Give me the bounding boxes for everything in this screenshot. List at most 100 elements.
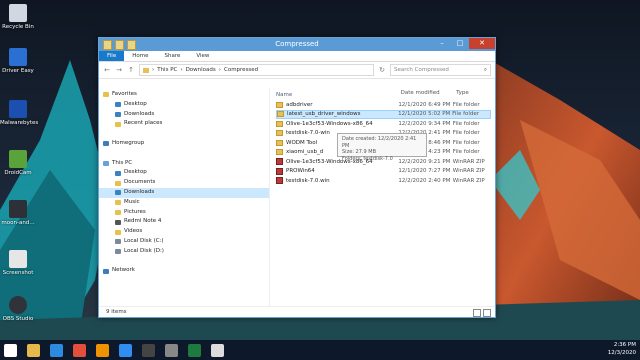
details-view-icon[interactable] (473, 309, 481, 317)
screenshot-icon (9, 250, 27, 268)
breadcrumb-separator: › (180, 67, 183, 73)
nav-item-documents[interactable]: Documents (99, 178, 269, 188)
start-button[interactable] (0, 340, 20, 360)
file-explorer-icon[interactable] (23, 340, 43, 360)
nav-item-downloads[interactable]: Downloads (99, 110, 269, 120)
file-list: Name Date modified Type adbdriver 12/1/20… (270, 88, 495, 307)
nav-item-local-disk-c[interactable]: Local Disk (C:) (99, 237, 269, 247)
nav-item-local-disk-d[interactable]: Local Disk (D:) (99, 247, 269, 257)
breadcrumb-downloads[interactable]: Downloads (186, 67, 216, 73)
file-name: testdisk-7.0-win (286, 130, 330, 137)
excel-icon-glyph (187, 343, 201, 357)
file-name-cell: latest_usb_driver_windows (277, 111, 398, 118)
title-bar[interactable]: Compressed – □ ✕ (99, 38, 495, 51)
photoshop-icon-glyph (118, 343, 132, 357)
file-type: WinRAR ZIP (452, 168, 485, 175)
address-bar[interactable]: › This PC › Downloads › Compressed (139, 64, 374, 76)
nav-item-label: Redmi Note 4 (124, 218, 162, 225)
illustrator-icon[interactable] (92, 340, 112, 360)
up-arrow-icon[interactable]: ↑ (127, 66, 135, 74)
maximize-button[interactable]: □ (451, 38, 469, 49)
desktop-icon-obs[interactable]: OBS Studio (0, 296, 36, 322)
nav-item-this-pc[interactable]: This PC (99, 159, 269, 169)
photoshop-icon[interactable] (115, 340, 135, 360)
tab-view[interactable]: View (188, 51, 217, 61)
nav-item-downloads[interactable]: Downloads (99, 187, 269, 198)
column-name[interactable]: Name (276, 90, 401, 100)
breadcrumb-compressed[interactable]: Compressed (224, 67, 258, 73)
nav-item-favorites[interactable]: Favorites (99, 90, 269, 100)
nav-item-redmi-note-4[interactable]: Redmi Note 4 (99, 217, 269, 227)
system-tray-clock[interactable]: 2:36 PM 12/3/2020 (608, 342, 636, 357)
nav-item-label: Favorites (112, 91, 137, 97)
search-input[interactable]: Search Compressed ⌕ (390, 64, 491, 76)
obs-icon-glyph (141, 343, 155, 357)
tab-home[interactable]: Home (124, 51, 156, 61)
desktop-icon-label: Driver Easy (2, 68, 34, 74)
refresh-icon[interactable]: ↻ (378, 66, 386, 74)
minimize-button[interactable]: – (433, 38, 451, 49)
desktop-icon-recycle-bin[interactable]: Recycle Bin (0, 4, 36, 30)
camera-icon[interactable] (161, 340, 181, 360)
window-controls: – □ ✕ (433, 38, 495, 49)
ie-icon-glyph (49, 343, 63, 357)
column-headers: Name Date modified Type (276, 90, 495, 100)
folder-icon (276, 130, 283, 137)
explorer-active-icon-glyph (210, 343, 224, 357)
folder-icon (115, 209, 121, 215)
image-file-icon (9, 200, 27, 218)
table-row[interactable]: adbdriver 12/1/2020 6:49 PM File folder (276, 100, 491, 110)
column-date-modified[interactable]: Date modified (401, 90, 456, 100)
breadcrumb-this-pc[interactable]: This PC (157, 67, 177, 73)
desktop-icon-label: OBS Studio (2, 316, 34, 322)
close-button[interactable]: ✕ (469, 38, 495, 49)
tab-file[interactable]: File (99, 51, 125, 61)
table-row[interactable]: Olive-1e3cf53-Windows-x86_64 12/2/2020 9:… (276, 119, 491, 129)
tab-share[interactable]: Share (156, 51, 188, 61)
nav-item-label: Recent places (124, 120, 163, 127)
desktop-icon-moon[interactable]: moon-and... (0, 200, 36, 226)
nav-item-homegroup[interactable]: Homegroup (99, 139, 269, 149)
nav-item-label: Desktop (124, 169, 147, 176)
table-row[interactable]: testdisk-7.0.win 12/2/2020 2:40 PM WinRAR … (276, 176, 491, 186)
file-type: WinRAR ZIP (452, 177, 485, 184)
desktop-icon-driver-easy[interactable]: Driver Easy (0, 48, 36, 74)
explorer-active-icon[interactable] (207, 340, 227, 360)
nav-item-pictures[interactable]: Pictures (99, 208, 269, 218)
desktop-icon-label: Malwarebytes (0, 120, 39, 126)
nav-item-desktop[interactable]: Desktop (99, 100, 269, 110)
nav-item-recent-places[interactable]: Recent places (99, 119, 269, 129)
large-icons-view-icon[interactable] (483, 309, 491, 317)
obs-icon[interactable] (138, 340, 158, 360)
desktop-icon-malwarebytes[interactable]: Malwarebytes (0, 100, 39, 126)
nav-item-network[interactable]: Network (99, 266, 269, 276)
file-name: latest_usb_driver_windows (287, 111, 361, 118)
ie-icon[interactable] (46, 340, 66, 360)
nav-item-label: Pictures (124, 208, 146, 215)
table-row[interactable]: latest_usb_driver_windows 12/1/2020 5:02 … (276, 109, 491, 119)
back-arrow-icon[interactable]: ← (103, 66, 111, 74)
chrome-icon[interactable] (69, 340, 89, 360)
nav-item-label: Desktop (124, 100, 147, 107)
explorer-window: Compressed – □ ✕ File Home Share View ← … (98, 37, 496, 318)
winrar-archive-icon (276, 177, 283, 185)
table-row[interactable]: PROWin64 12/1/2020 7:27 PM WinRAR ZIP (276, 167, 491, 177)
illustrator-icon-glyph (95, 343, 109, 357)
nav-item-videos[interactable]: Videos (99, 227, 269, 237)
nav-item-label: Network (112, 267, 135, 274)
folder-icon (115, 239, 121, 245)
camera-icon-glyph (164, 343, 178, 357)
excel-icon[interactable] (184, 340, 204, 360)
tooltip-line: Date created: 12/2/2020 2:41 PM (342, 136, 417, 149)
nav-item-label: Downloads (124, 188, 155, 195)
desktop-icon-screenshot[interactable]: Screenshot (0, 250, 36, 276)
recycle-bin-icon (9, 4, 27, 22)
nav-item-music[interactable]: Music (99, 198, 269, 208)
desktop-icon-label: Recycle Bin (2, 24, 34, 30)
column-type[interactable]: Type (456, 90, 495, 100)
nav-item-desktop[interactable]: Desktop (99, 168, 269, 178)
desktop-icon-droidcam[interactable]: DroidCam (0, 150, 36, 176)
forward-arrow-icon[interactable]: → (115, 66, 123, 74)
